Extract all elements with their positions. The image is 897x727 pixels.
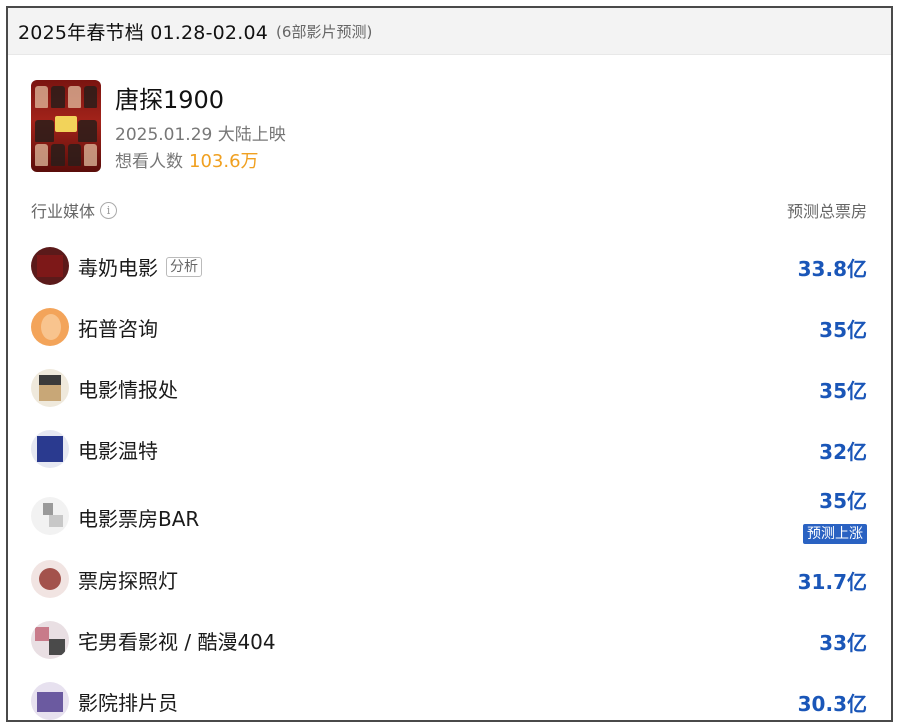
avatar xyxy=(31,430,69,468)
avatar xyxy=(31,247,69,285)
media-name: 宅男看影视 / 酷漫404 xyxy=(78,630,276,654)
avatar xyxy=(31,682,69,720)
forecast-value: 31.7亿 xyxy=(797,570,867,594)
list-item[interactable]: 电影情报处 35亿 xyxy=(31,357,867,418)
trend-up-badge: 预测上涨 xyxy=(803,524,867,544)
info-icon[interactable]: i xyxy=(100,201,118,219)
forecast-card: 2025年春节档 01.28-02.04 (6部影片预测) 唐探1900 202… xyxy=(6,6,893,722)
media-name: 电影情报处 xyxy=(78,378,178,402)
forecast-value: 32亿 xyxy=(819,440,867,464)
want-to-see: 想看人数 103.6万 xyxy=(115,147,259,173)
avatar xyxy=(31,308,69,346)
movie-summary[interactable]: 唐探1900 2025.01.29 大陆上映 想看人数 103.6万 xyxy=(31,80,631,172)
list-item[interactable]: 票房探照灯 31.7亿 xyxy=(31,548,867,609)
media-name: 影院排片员 xyxy=(78,691,178,715)
header-bar: 2025年春节档 01.28-02.04 (6部影片预测) xyxy=(8,8,891,55)
avatar xyxy=(31,369,69,407)
forecast-value: 35亿 xyxy=(819,489,867,513)
forecast-value: 33亿 xyxy=(819,631,867,655)
movie-title: 唐探1900 xyxy=(115,86,225,114)
list-item[interactable]: 拓普咨询 35亿 xyxy=(31,296,867,357)
list-item[interactable]: 电影温特 32亿 xyxy=(31,418,867,479)
forecast-value: 30.3亿 xyxy=(797,692,867,716)
column-forecast: 预测总票房 xyxy=(786,202,867,221)
page-title: 2025年春节档 01.28-02.04 xyxy=(18,21,269,44)
forecast-list: 毒奶电影 分析 33.8亿 拓普咨询 35亿 电影情报处 35亿 电影温特 32… xyxy=(31,235,867,720)
want-label: 想看人数 xyxy=(115,152,183,172)
media-name: 电影温特 xyxy=(78,439,158,463)
list-item[interactable]: 电影票房BAR 35亿 预测上涨 xyxy=(31,479,867,548)
media-name: 电影票房BAR xyxy=(78,507,200,531)
forecast-value: 33.8亿 xyxy=(797,257,867,281)
forecast-value: 35亿 xyxy=(819,379,867,403)
media-name: 毒奶电影 分析 xyxy=(78,252,202,281)
list-item[interactable]: 影院排片员 30.3亿 xyxy=(31,670,867,720)
avatar xyxy=(31,560,69,598)
movie-poster[interactable] xyxy=(31,80,101,172)
media-name: 票房探照灯 xyxy=(78,569,178,593)
release-date: 2025.01.29 大陆上映 xyxy=(115,125,286,145)
table-header: 行业媒体 i 预测总票房 xyxy=(31,198,867,222)
analysis-tag[interactable]: 分析 xyxy=(166,256,202,277)
avatar xyxy=(31,621,69,659)
page-subtitle: (6部影片预测) xyxy=(276,22,373,41)
list-item[interactable]: 毒奶电影 分析 33.8亿 xyxy=(31,235,867,296)
avatar xyxy=(31,497,69,535)
column-media: 行业媒体 xyxy=(31,202,96,221)
list-item[interactable]: 宅男看影视 / 酷漫404 33亿 xyxy=(31,609,867,670)
forecast-value: 35亿 xyxy=(819,318,867,342)
want-count: 103.6万 xyxy=(189,151,259,172)
media-name: 拓普咨询 xyxy=(78,317,158,341)
